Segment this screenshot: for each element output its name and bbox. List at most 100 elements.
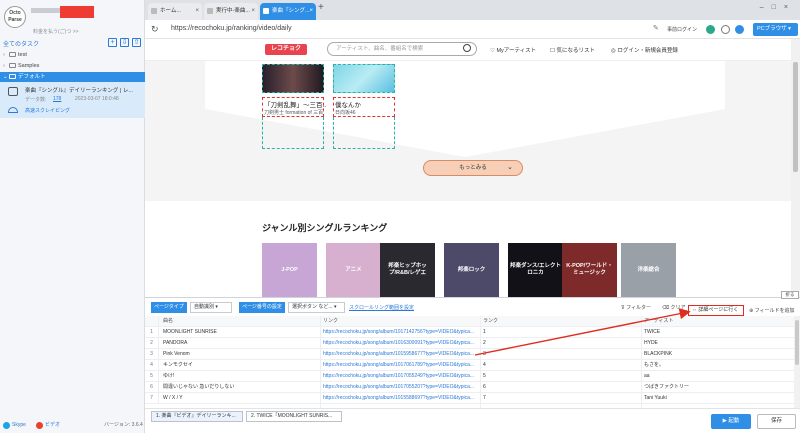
video-link[interactable]: ビデオ — [45, 418, 60, 433]
tree-item-default[interactable]: ⌄ デフォルト — [0, 72, 145, 82]
cell-link[interactable]: https://recochoku.jp/song/album/10170617… — [323, 360, 478, 371]
cell-title[interactable]: ゆけ! — [163, 371, 318, 382]
table-row[interactable]: 1 MOONLIGHT SUNRISE https://recochoku.jp… — [145, 327, 794, 338]
start-button[interactable]: ▶ 起動 — [711, 414, 751, 429]
cell-title[interactable]: PANDORA — [163, 338, 318, 349]
song-title[interactable]: 僕なんか — [335, 99, 397, 109]
cell-rank[interactable]: 6 — [483, 382, 593, 393]
url-field[interactable]: https://recochoku.jp/ranking/video/daily — [171, 25, 292, 32]
collapse-button[interactable]: 折る — [781, 291, 799, 299]
column-divider[interactable] — [480, 316, 481, 408]
genre-tile[interactable]: 邦楽ダンス/エレクトロニカ — [508, 243, 563, 297]
cell-artist[interactable]: TWICE — [644, 327, 789, 338]
table-row[interactable]: 7 W / X / Y https://recochoku.jp/song/al… — [145, 393, 794, 404]
go-to-detail-button[interactable]: ⇔ 詳細ページに行く — [688, 305, 744, 316]
video-icon[interactable] — [36, 422, 43, 429]
cell-rank[interactable]: 1 — [483, 327, 593, 338]
import-icon[interactable]: ⇩ — [120, 38, 129, 47]
table-row[interactable]: 4 キンモクセイ https://recochoku.jp/song/album… — [145, 360, 794, 371]
cell-rank[interactable]: 3 — [483, 349, 593, 360]
song-artist[interactable]: 刀剣男士 formation of 三百 — [264, 109, 326, 116]
song-cover-1[interactable] — [262, 64, 324, 93]
cell-link[interactable]: https://recochoku.jp/song/album/10171427… — [323, 327, 478, 338]
column-header[interactable]: ランク — [483, 316, 593, 327]
cell-artist[interactable]: Tani Yuuki — [644, 393, 789, 404]
data-tab-2[interactable]: 2. TWICE「MOONLIGHT SUNRIS... — [246, 411, 342, 422]
new-folder-icon[interactable]: + — [108, 38, 117, 47]
scroll-range-link[interactable]: スクロールリング範囲を設定 — [349, 304, 414, 311]
tab-running[interactable]: 実行中-楽曲... × — [204, 3, 258, 20]
pc-browser-dropdown[interactable]: PCブラウザ ▾ — [753, 23, 798, 36]
data-count-link[interactable]: 178 — [53, 96, 61, 102]
cell-artist[interactable]: BLACKPINK — [644, 349, 789, 360]
my-artist-link[interactable]: ♡ Myアーティスト — [490, 46, 536, 54]
song-artist[interactable]: 日向坂46 — [335, 109, 397, 116]
cell-link[interactable]: https://recochoku.jp/song/album/10155886… — [323, 393, 478, 404]
cell-artist[interactable]: つばきファクトリー — [644, 382, 789, 393]
cell-title[interactable]: MOONLIGHT SUNRISE — [163, 327, 318, 338]
genre-tile[interactable]: J-POP — [262, 243, 317, 297]
genre-tile[interactable]: 洋楽総合 — [621, 243, 676, 297]
close-icon[interactable]: × — [251, 3, 255, 20]
data-tab-1[interactable]: 1. 楽曲『ビデオ』デイリーランキ... — [151, 411, 243, 422]
window-controls[interactable]: –□× — [760, 4, 796, 11]
pencil-icon[interactable]: ✎ — [653, 24, 659, 32]
cell-link[interactable]: https://recochoku.jp/song/album/10159586… — [323, 349, 478, 360]
save-button[interactable]: 保存 — [757, 414, 796, 429]
tree-item-samples[interactable]: › Samples — [0, 61, 145, 71]
close-icon[interactable]: × — [195, 3, 199, 20]
cell-title[interactable]: Pink Venom — [163, 349, 318, 360]
search-icon[interactable] — [463, 44, 471, 52]
filter-button[interactable]: ⊽ フィルター — [621, 304, 651, 311]
new-tab-button[interactable]: + — [318, 2, 324, 13]
page-number-select[interactable]: 選択ボタン など... ▾ — [288, 302, 345, 313]
extension-icon[interactable] — [706, 25, 715, 34]
column-header[interactable]: 曲名 — [163, 316, 318, 327]
column-header[interactable]: リンク — [323, 316, 478, 327]
page-scrollbar-thumb[interactable] — [793, 62, 798, 172]
pre-login-button[interactable]: 事前ログイン — [667, 26, 697, 33]
cell-rank[interactable]: 7 — [483, 393, 593, 404]
column-divider[interactable] — [320, 316, 321, 408]
all-tasks-label[interactable]: 全てのタスク — [3, 39, 39, 48]
wishlist-link[interactable]: ☐ 気になるリスト — [550, 46, 595, 54]
song-cover-2[interactable] — [333, 64, 395, 93]
clear-button[interactable]: ⌫ クリア — [662, 304, 685, 311]
column-divider[interactable] — [641, 316, 642, 408]
skype-link[interactable]: Skype — [12, 418, 26, 433]
genre-tile[interactable]: 邦楽ヒップホップ/R&B/レゲエ — [380, 243, 435, 297]
add-field-button[interactable]: ⊕ フィールドを追加 — [749, 307, 795, 314]
reload-icon[interactable]: ↻ — [151, 24, 159, 35]
skype-icon[interactable] — [3, 422, 10, 429]
table-row[interactable]: 5 ゆけ! https://recochoku.jp/song/album/10… — [145, 371, 794, 382]
table-row[interactable]: 3 Pink Venom https://recochoku.jp/song/a… — [145, 349, 794, 360]
table-row[interactable]: 2 PANDORA https://recochoku.jp/song/albu… — [145, 338, 794, 349]
cell-rank[interactable]: 4 — [483, 360, 593, 371]
cell-title[interactable]: キンモクセイ — [163, 360, 318, 371]
cell-artist[interactable]: aa — [644, 371, 789, 382]
close-icon[interactable]: × — [309, 3, 313, 20]
settings-icon[interactable] — [721, 25, 730, 34]
genre-tile[interactable]: K-POP/ワールド・ミュージック — [562, 243, 617, 297]
cell-link[interactable]: https://recochoku.jp/song/album/10170552… — [323, 371, 478, 382]
cell-title[interactable]: W / X / Y — [163, 393, 318, 404]
genre-tile[interactable]: アニメ — [326, 243, 381, 297]
genre-tile[interactable]: 邦楽ロック — [444, 243, 499, 297]
cell-rank[interactable]: 5 — [483, 371, 593, 382]
table-scrollbar-thumb[interactable] — [795, 320, 799, 365]
task-item[interactable]: 楽曲『シングル』デイリーランキング | レ... データ数: 178 2023-… — [0, 82, 145, 118]
site-logo[interactable]: レコチョク — [265, 44, 307, 55]
column-header[interactable]: アーティスト — [644, 316, 789, 327]
info-icon[interactable] — [735, 25, 744, 34]
cell-artist[interactable]: もさを。 — [644, 360, 789, 371]
page-type-select[interactable]: 自動識別 ▾ — [190, 302, 232, 313]
tree-item-test[interactable]: › test — [0, 50, 145, 60]
upgrade-link[interactable]: 料金を払う(ご)つ >> — [33, 28, 79, 35]
tab-home[interactable]: ホーム... × — [148, 3, 202, 20]
avatar[interactable]: Octo Parse — [4, 6, 26, 28]
cell-link[interactable]: https://recochoku.jp/song/album/10170552… — [323, 382, 478, 393]
login-link[interactable]: ◎ ログイン・新規会員登録 — [611, 46, 678, 54]
cell-artist[interactable]: HYDE — [644, 338, 789, 349]
table-row[interactable]: 6 間違いじゃない 急いだりしない https://recochoku.jp/s… — [145, 382, 794, 393]
song-title[interactable]: 「刀剣乱舞」〜三百... — [264, 99, 326, 109]
